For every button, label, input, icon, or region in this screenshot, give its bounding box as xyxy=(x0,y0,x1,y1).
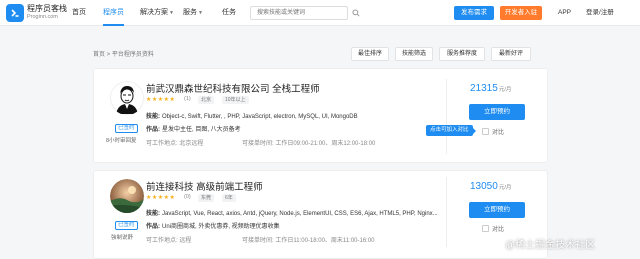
experience-tag: 6年 xyxy=(222,194,236,202)
app-link[interactable]: APP xyxy=(558,0,571,26)
brand-domain: Proginn.com xyxy=(27,14,58,20)
brand-title: 程序员客栈 xyxy=(27,4,67,13)
experience-tag: 10年以上 xyxy=(222,96,249,104)
monthly-price: 13050元/月 xyxy=(470,181,512,192)
search-button[interactable] xyxy=(348,6,364,20)
chevron-down-icon: ▼ xyxy=(169,10,174,16)
avatar[interactable] xyxy=(110,179,144,213)
login-register-link[interactable]: 登录/注册 xyxy=(586,0,614,26)
works-line: 作品: 星发中主任, 目图, 八大员备考 xyxy=(146,127,241,133)
signed-badge: 已签约 xyxy=(115,124,138,133)
nav-item-developers[interactable]: 程序员 xyxy=(103,0,124,26)
card-divider xyxy=(446,177,447,247)
developer-card[interactable]: 已签约 8小时审回复 前武汉鼎森世纪科技有限公司 全栈工程师 ★★★★★ (1)… xyxy=(93,68,548,163)
nav-item-services[interactable]: 服务▼ xyxy=(183,0,203,26)
listing-toolbar: 首页 > 平台程序员资料 最佳排序 技能筛选 服务推荐度 最新好评 xyxy=(93,44,548,64)
watermark: @稀土掘金技术社区 xyxy=(505,240,596,251)
rating-count: (0) xyxy=(184,194,191,200)
proginn-logo-icon[interactable] xyxy=(6,4,24,22)
nav-item-solutions[interactable]: 解决方案▼ xyxy=(140,0,174,26)
signed-badge: 已签约 xyxy=(115,221,138,230)
monthly-price: 21315元/月 xyxy=(470,83,512,94)
rating-count: (1) xyxy=(184,96,191,102)
skills-line: 技能: Object-c, Swift, Flutter, , PHP, Java… xyxy=(146,114,358,120)
breadcrumb[interactable]: 首页 > 平台程序员资料 xyxy=(93,49,154,58)
compare-checkbox[interactable]: 对比 xyxy=(482,127,504,136)
available-time: 可接单时间: 工作日11:00-18:00、周末11:00-16:00 xyxy=(242,238,375,244)
hire-now-button[interactable]: 立即预约 xyxy=(469,104,525,120)
publish-request-button[interactable]: 发布需求 xyxy=(454,6,494,20)
checkbox-icon[interactable] xyxy=(482,225,489,232)
compare-checkbox[interactable]: 对比 xyxy=(482,224,504,233)
avatar-note: 8小时审回复 xyxy=(106,138,137,144)
developer-title[interactable]: 前连接科技 高级前端工程师 xyxy=(146,179,263,193)
compare-tooltip: 点击可加入对比 xyxy=(426,125,476,136)
developer-join-button[interactable]: 开发者入驻 xyxy=(500,6,542,20)
hire-now-button[interactable]: 立即预约 xyxy=(469,202,525,218)
search-input[interactable] xyxy=(250,6,348,20)
card-divider xyxy=(446,79,447,154)
skills-line: 技能: JavaScript, Vue, React, axios, Antd, … xyxy=(146,211,438,217)
brand-name[interactable]: 程序员客栈 Proginn.com xyxy=(27,4,67,22)
work-location: 可工作地点: 北京远程 xyxy=(146,141,204,147)
nav-item-tasks[interactable]: 任务 xyxy=(222,0,236,26)
nav-item-home[interactable]: 首页 xyxy=(72,0,86,26)
sort-option-skill[interactable]: 技能筛选 xyxy=(395,47,433,61)
developer-title[interactable]: 前武汉鼎森世纪科技有限公司 全栈工程师 xyxy=(146,81,320,95)
checkbox-icon[interactable] xyxy=(482,128,489,135)
search-icon xyxy=(352,9,360,17)
avatar[interactable] xyxy=(110,81,144,115)
available-time: 可接单时间: 工作日09:00-21:00、周末12:00-18:00 xyxy=(242,141,376,147)
work-location: 可工作地点: 远程 xyxy=(146,238,192,244)
avatar-note: 強制说舒 xyxy=(111,235,134,241)
location-tag: 东莞 xyxy=(198,194,215,202)
top-navigation-bar: 程序员客栈 Proginn.com 首页 程序员 解决方案▼ 服务▼ 任务 发布… xyxy=(0,0,640,26)
sort-option-latest[interactable]: 最新好评 xyxy=(491,47,531,61)
rating-stars: ★★★★★ xyxy=(146,195,176,201)
sort-option-best[interactable]: 最佳排序 xyxy=(351,47,389,61)
rating-stars: ★★★★★ xyxy=(146,97,176,103)
location-tag: 北京 xyxy=(198,96,215,104)
works-line: 作品: Uni商圈商城, 外卖优惠券, 视频助理优惠收集 xyxy=(146,224,280,230)
chevron-down-icon: ▼ xyxy=(198,10,203,16)
sort-option-service[interactable]: 服务推荐度 xyxy=(439,47,485,61)
developer-card[interactable]: 已签约 強制说舒 前连接科技 高级前端工程师 ★★★★★ (0) 东莞 6年 技… xyxy=(93,170,548,259)
